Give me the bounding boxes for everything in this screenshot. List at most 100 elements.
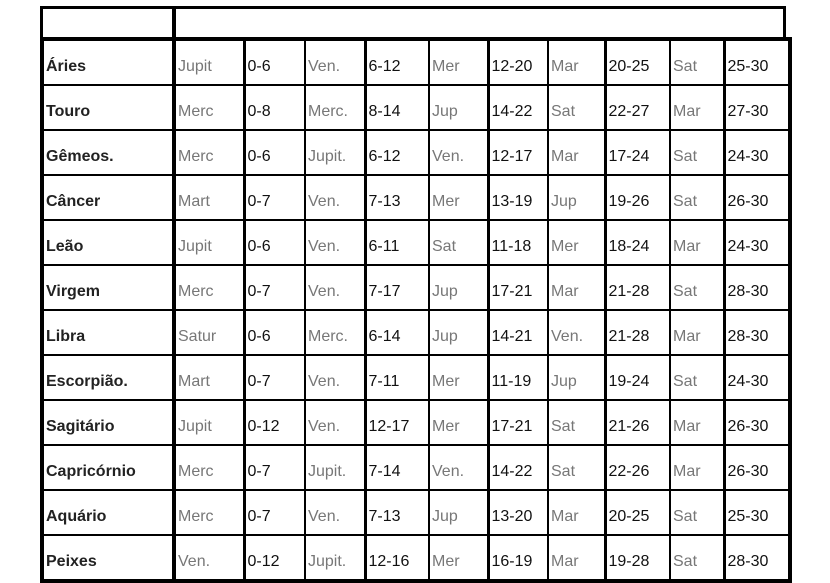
sign-name: Escorpião. (42, 354, 176, 401)
planet-cell: Mer (428, 534, 488, 582)
degree-range-cell: 25-30 (722, 489, 790, 536)
planet-cell: Mar (547, 129, 605, 176)
degree-range-cell: 24-30 (722, 354, 790, 401)
degree-range-cell: 7-13 (363, 174, 429, 221)
degree-range-cell: 6-11 (363, 219, 429, 266)
degree-range-cell: 7-13 (363, 489, 429, 536)
planet-cell: Jupit (173, 219, 244, 266)
degree-range-cell: 28-30 (722, 264, 790, 311)
planet-cell: Mar (669, 444, 724, 491)
degree-range-cell: 14-22 (486, 444, 548, 491)
planet-cell: Sat (669, 354, 724, 401)
planet-cell: Ven. (304, 489, 365, 536)
degree-range-cell: 0-7 (242, 354, 305, 401)
planet-cell: Mar (547, 38, 605, 86)
table-row: Peixes Ven. 0-12 Jupit. 12-16 Mer 16-19 Mar 19-2… (42, 534, 790, 582)
degree-range-cell: 0-7 (242, 444, 305, 491)
planet-cell: Jup (547, 354, 605, 401)
sign-name: Leão (42, 219, 176, 266)
planet-cell: Merc (173, 84, 244, 131)
degree-range-cell: 20-25 (603, 38, 670, 86)
planet-cell: Ven. (547, 309, 605, 356)
degree-range-cell: 12-16 (363, 534, 429, 582)
table-row: Aquário Merc 0-7 Ven. 7-13 Jup 13-20 Mar 20-25 Sa… (42, 489, 790, 536)
planet-cell: Merc. (304, 309, 365, 356)
degree-range-cell: 0-8 (242, 84, 305, 131)
planet-cell: Mar (669, 219, 724, 266)
degree-range-cell: 17-24 (603, 129, 670, 176)
planet-cell: Sat (669, 129, 724, 176)
planet-cell: Ven. (304, 174, 365, 221)
planet-cell: Sat (547, 444, 605, 491)
degree-range-cell: 0-6 (242, 129, 305, 176)
sign-name: Câncer (42, 174, 176, 221)
degree-range-cell: 24-30 (722, 219, 790, 266)
sign-name: Áries (42, 38, 176, 86)
degree-range-cell: 0-12 (242, 399, 305, 446)
degree-range-cell: 8-14 (363, 84, 429, 131)
degree-range-cell: 21-28 (603, 264, 670, 311)
planet-cell: Ven. (173, 534, 244, 582)
planet-cell: Ven. (304, 354, 365, 401)
planet-cell: Mart (173, 354, 244, 401)
planet-cell: Mart (173, 174, 244, 221)
sign-name: Virgem (42, 264, 176, 311)
degree-range-cell: 16-19 (486, 534, 548, 582)
table-row: Libra Satur 0-6 Merc. 6-14 Jup 14-21 Ven. 21-28 M… (42, 309, 790, 356)
planet-cell: Sat (547, 399, 605, 446)
degree-range-cell: 6-12 (363, 129, 429, 176)
planet-cell: Merc (173, 264, 244, 311)
degree-range-cell: 11-18 (486, 219, 548, 266)
table-row: Virgem Merc 0-7 Ven. 7-17 Jup 17-21 Mar 21-28 Sat… (42, 264, 790, 311)
degree-range-cell: 21-28 (603, 309, 670, 356)
degree-range-cell: 27-30 (722, 84, 790, 131)
planet-cell: Mar (547, 264, 605, 311)
planet-cell: Jupit. (304, 534, 365, 582)
degree-range-cell: 12-17 (486, 129, 548, 176)
planet-cell: Sat (669, 534, 724, 582)
planet-cell: Mer (428, 174, 488, 221)
table-row: Sagitário Jupit 0-12 Ven. 12-17 Mer 17-21 Sat 21… (42, 399, 790, 446)
planet-cell: Ven. (428, 444, 488, 491)
degree-range-cell: 13-19 (486, 174, 548, 221)
sign-name: Libra (42, 309, 176, 356)
planet-cell: Mer (428, 354, 488, 401)
table-row: Leão Jupit 0-6 Ven. 6-11 Sat 11-18 Mer 18-24 Mar 2… (42, 219, 790, 266)
planet-cell: Sat (547, 84, 605, 131)
planet-cell: Jupit (173, 38, 244, 86)
degree-range-cell: 0-12 (242, 534, 305, 582)
degree-range-cell: 12-17 (363, 399, 429, 446)
sign-name: Sagitário (42, 399, 176, 446)
planet-cell: Merc (173, 444, 244, 491)
planet-cell: Sat (669, 489, 724, 536)
degree-range-cell: 0-7 (242, 264, 305, 311)
planet-cell: Jupit. (304, 444, 365, 491)
degree-range-cell: 12-20 (486, 38, 548, 86)
degree-range-cell: 18-24 (603, 219, 670, 266)
planet-cell: Merc (173, 489, 244, 536)
degree-range-cell: 22-27 (603, 84, 670, 131)
sign-name: Capricórnio (42, 444, 176, 491)
table-row: Gêmeos. Merc 0-6 Jupit. 6-12 Ven. 12-17 Mar 17-2… (42, 129, 790, 176)
sign-name: Peixes (42, 534, 176, 582)
planet-cell: Mar (669, 399, 724, 446)
degree-range-cell: 0-7 (242, 174, 305, 221)
planet-cell: Mer (428, 399, 488, 446)
sign-name: Gêmeos. (42, 129, 176, 176)
planet-cell: Ven. (428, 129, 488, 176)
planet-cell: Merc (173, 129, 244, 176)
planet-cell: Mar (547, 489, 605, 536)
planet-cell: Jupit (173, 399, 244, 446)
degree-range-cell: 14-22 (486, 84, 548, 131)
table-row: Áries Jupit 0-6 Ven. 6-12 Mer 12-20 Mar 20-25 Sat… (42, 38, 790, 86)
degree-range-cell: 24-30 (722, 129, 790, 176)
degree-range-cell: 26-30 (722, 174, 790, 221)
planet-cell: Sat (669, 174, 724, 221)
degree-range-cell: 25-30 (722, 38, 790, 86)
planet-cell: Ven. (304, 219, 365, 266)
degree-range-cell: 26-30 (722, 399, 790, 446)
degree-range-cell: 26-30 (722, 444, 790, 491)
degree-range-cell: 17-21 (486, 399, 548, 446)
planet-cell: Mer (428, 38, 488, 86)
planet-cell: Sat (669, 38, 724, 86)
